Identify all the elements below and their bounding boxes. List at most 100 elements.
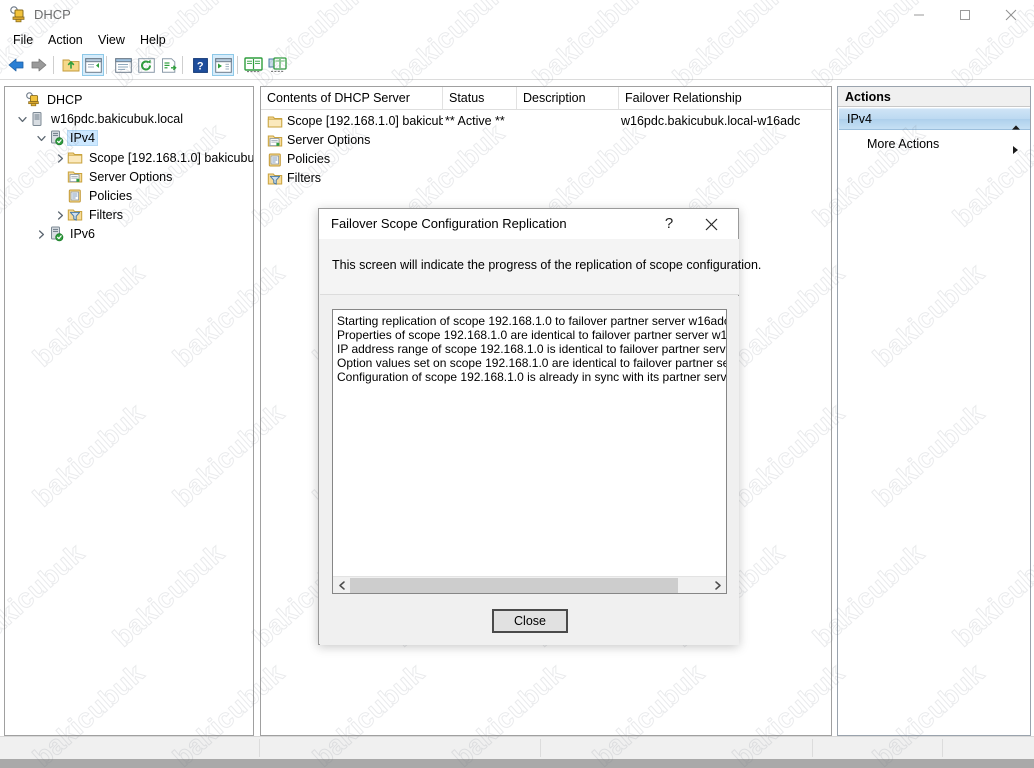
tree-node-label: Policies xyxy=(89,189,133,203)
window-title: DHCP xyxy=(34,7,71,22)
tree-node-label: IPv4 xyxy=(66,130,99,146)
chevron-down-icon[interactable] xyxy=(34,131,48,145)
tree-chevron-none xyxy=(53,170,67,184)
tree-node-label: w16pdc.bakicubuk.local xyxy=(51,112,184,126)
book-icon[interactable] xyxy=(242,54,264,76)
dialog-close-icon[interactable] xyxy=(694,209,728,239)
filter-icon xyxy=(267,171,283,187)
table-row[interactable]: Server Options xyxy=(261,131,831,150)
chevron-down-icon[interactable] xyxy=(15,112,29,126)
export-list-icon[interactable] xyxy=(158,54,180,76)
dialog-description: This screen will indicate the progress o… xyxy=(332,258,762,272)
actions-group-ipv4[interactable]: IPv4 xyxy=(839,108,1030,130)
tree-node-server[interactable]: w16pdc.bakicubuk.local xyxy=(15,110,185,128)
cell-name: Policies xyxy=(287,152,331,166)
cell-status: ** Active ** xyxy=(445,114,505,128)
list-item: Starting replication of scope 192.168.1.… xyxy=(337,314,727,328)
menu-help[interactable]: Help xyxy=(133,32,173,49)
refresh-icon[interactable] xyxy=(135,54,157,76)
dialog-title: Failover Scope Configuration Replication xyxy=(331,216,567,231)
tree-node-scope[interactable]: Scope [192.168.1.0] bakicubuk xyxy=(53,149,254,167)
status-bar xyxy=(0,736,1034,759)
options-icon xyxy=(67,169,83,185)
table-row[interactable]: Scope [192.168.1.0] bakicubuk ** Active … xyxy=(261,112,831,131)
list-header-row: Contents of DHCP Server Status Descripti… xyxy=(261,87,831,110)
close-button[interactable] xyxy=(988,0,1034,30)
tree-node-label: Filters xyxy=(89,208,124,222)
policy-icon xyxy=(267,152,283,168)
dhcp-console-window: DHCP File Action View Help ? DHCP w16pdc… xyxy=(0,0,1034,768)
table-row[interactable]: Filters xyxy=(261,169,831,188)
list-item: Configuration of scope 192.168.1.0 is al… xyxy=(337,370,727,384)
window-titlebar: DHCP xyxy=(0,0,1034,31)
folder-icon xyxy=(67,150,83,166)
status-bar-divider xyxy=(942,739,943,757)
tree-node-ipv4[interactable]: IPv4 xyxy=(34,129,99,147)
ipv6-icon xyxy=(48,226,64,242)
scroll-right-icon[interactable] xyxy=(709,577,726,593)
tree-node-label: DHCP xyxy=(47,93,83,107)
actions-item-more-actions[interactable]: More Actions xyxy=(839,133,1030,155)
actions-pane-header: Actions xyxy=(838,87,1030,107)
forward-icon[interactable] xyxy=(28,54,50,76)
show-actions-icon[interactable] xyxy=(212,54,234,76)
tree-node-ipv6[interactable]: IPv6 xyxy=(34,225,97,243)
tree-node-dhcp[interactable]: DHCP xyxy=(11,91,84,109)
menu-bar: File Action View Help xyxy=(0,30,1034,51)
chevron-right-icon[interactable] xyxy=(53,151,67,165)
cell-description xyxy=(519,112,619,131)
toolbar-separator-2 xyxy=(106,56,107,74)
column-header-failover[interactable]: Failover Relationship xyxy=(619,87,831,109)
show-tree-icon[interactable] xyxy=(82,54,104,76)
back-icon[interactable] xyxy=(5,54,27,76)
actions-item-label: More Actions xyxy=(867,137,940,151)
status-bar-divider xyxy=(540,739,541,757)
close-button[interactable]: Close xyxy=(492,609,568,633)
scrollbar-thumb[interactable] xyxy=(350,578,678,593)
toolbar-separator-4 xyxy=(237,56,238,74)
minimize-button[interactable] xyxy=(896,0,942,30)
tree-node-label: Server Options xyxy=(89,170,173,184)
chevron-right-icon[interactable] xyxy=(34,227,48,241)
toolbar: ? xyxy=(0,51,1034,80)
chevron-right-icon[interactable] xyxy=(53,208,67,222)
cell-failover: w16pdc.bakicubuk.local-w16adc xyxy=(621,114,801,128)
folder-icon xyxy=(267,114,283,130)
horizontal-scrollbar[interactable] xyxy=(333,576,726,593)
tree-node-policies[interactable]: Policies xyxy=(53,187,134,205)
dialog-titlebar: Failover Scope Configuration Replication… xyxy=(319,209,738,239)
failover-replication-dialog: Failover Scope Configuration Replication… xyxy=(318,208,761,645)
menu-action[interactable]: Action xyxy=(41,32,90,49)
help-icon[interactable]: ? xyxy=(189,54,211,76)
scroll-left-icon[interactable] xyxy=(333,577,350,593)
menu-file[interactable]: File xyxy=(6,32,40,49)
server-icon xyxy=(29,111,45,127)
actions-pane: Actions IPv4 More Actions xyxy=(837,86,1031,736)
tree-node-filters[interactable]: Filters xyxy=(53,206,125,224)
help-icon[interactable]: ? xyxy=(655,209,683,239)
column-header-description[interactable]: Description xyxy=(517,87,619,109)
maximize-button[interactable] xyxy=(942,0,988,30)
dhcp-icon xyxy=(9,6,27,24)
up-folder-icon[interactable] xyxy=(60,54,82,76)
menu-view[interactable]: View xyxy=(91,32,132,49)
replication-log-listbox[interactable]: Starting replication of scope 192.168.1.… xyxy=(332,309,727,594)
actions-group-label: IPv4 xyxy=(847,112,873,126)
book-monitor-icon[interactable] xyxy=(266,54,288,76)
list-item: Properties of scope 192.168.1.0 are iden… xyxy=(337,328,727,342)
ipv4-icon xyxy=(48,130,64,146)
column-header-contents[interactable]: Contents of DHCP Server xyxy=(261,87,443,109)
policy-icon xyxy=(67,188,83,204)
table-row[interactable]: Policies xyxy=(261,150,831,169)
cell-name: Server Options xyxy=(287,133,371,147)
cell-name: Scope [192.168.1.0] bakicubuk xyxy=(287,114,443,128)
toolbar-separator-1 xyxy=(53,56,54,74)
tree-chevron-none xyxy=(11,93,25,107)
properties-icon[interactable] xyxy=(112,54,134,76)
column-header-status[interactable]: Status xyxy=(443,87,517,109)
tree-node-label: Scope [192.168.1.0] bakicubuk xyxy=(89,151,254,165)
console-tree-pane: DHCP w16pdc.bakicubuk.local IPv4 Scope [… xyxy=(4,86,254,736)
filter-icon xyxy=(67,207,83,223)
tree-node-server-options[interactable]: Server Options xyxy=(53,168,174,186)
svg-text:?: ? xyxy=(196,60,203,72)
